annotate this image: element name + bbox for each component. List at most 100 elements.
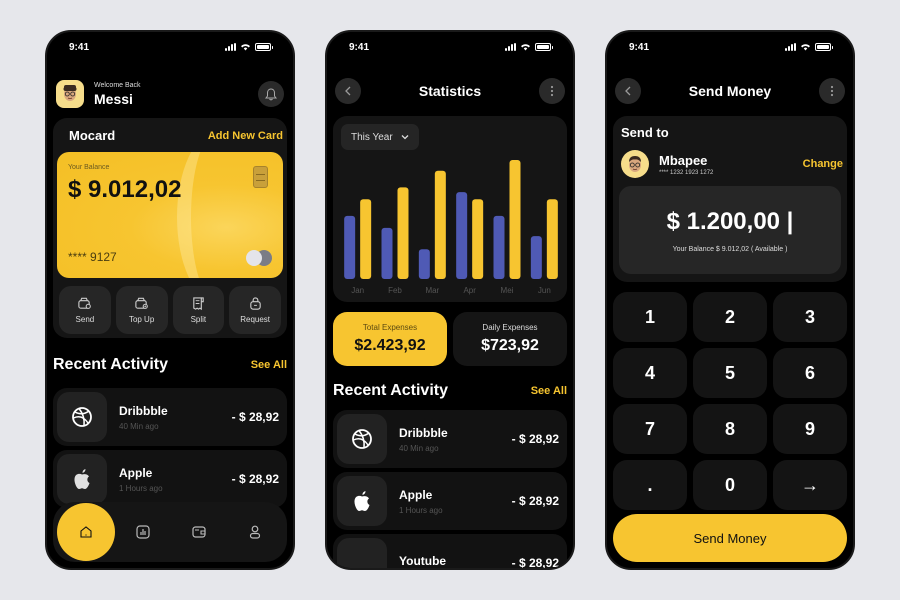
bell-icon [265, 87, 277, 100]
card-panel: Mocard Add New Card Your Balance $ 9.012… [53, 118, 287, 338]
bar-apr-series-1[interactable] [456, 192, 468, 279]
send-action-button[interactable]: Send [59, 286, 111, 334]
change-recipient-link[interactable]: Change [803, 158, 843, 170]
statistics-screen: 9:41 Statistics Jan Feb Mar Apr Mei Jun This … [325, 30, 575, 570]
total-expenses-card[interactable]: Total Expenses $2.423,92 [333, 312, 447, 366]
activity-time: 1 Hours ago [399, 505, 443, 515]
bar-mar-series-2[interactable] [434, 170, 446, 279]
amount-input[interactable]: $ 1.200,00 | Your Balance $ 9.012,02 ( A… [619, 186, 841, 274]
key-4[interactable]: 4 [613, 348, 687, 398]
card-chip-icon [253, 166, 268, 188]
recent-activity-title: Recent Activity [53, 356, 168, 373]
recipient: Mbapee **** 1232 1923 1272 Change [621, 150, 843, 178]
key-decimal[interactable]: . [613, 460, 687, 510]
nav-wallet[interactable] [171, 506, 227, 558]
daily-expenses-card[interactable]: Daily Expenses $723,92 [453, 312, 567, 366]
dribbble-icon [72, 407, 92, 427]
bar-feb-series-1[interactable] [381, 227, 393, 279]
notification-button[interactable] [258, 81, 284, 107]
activity-item[interactable]: Apple 1 Hours ago - $ 28,92 [333, 472, 567, 530]
key-7[interactable]: 7 [613, 404, 687, 454]
bar-mar-series-1[interactable] [418, 249, 430, 279]
keypad: 1 2 3 4 5 6 7 8 9 . 0 → [613, 292, 847, 510]
bar-mei-series-1[interactable] [493, 215, 505, 279]
activity-time: 40 Min ago [399, 443, 439, 453]
welcome-text: Welcome Back [94, 81, 141, 89]
bar-jun-series-1[interactable] [530, 236, 542, 279]
key-enter-arrow-icon[interactable]: → [773, 460, 847, 510]
bottom-nav [53, 502, 287, 562]
recipient-account: **** 1232 1923 1272 [659, 169, 714, 176]
bar-apr-series-2[interactable] [472, 199, 484, 279]
key-1[interactable]: 1 [613, 292, 687, 342]
send-money-button[interactable]: Send Money [613, 514, 847, 562]
see-all-link[interactable]: See All [531, 385, 567, 397]
back-button[interactable] [335, 78, 361, 104]
recent-activity-title: Recent Activity [333, 382, 448, 399]
card-brand-icon [246, 250, 272, 266]
card-number: **** 9127 [68, 250, 117, 264]
bank-card[interactable]: Your Balance $ 9.012,02 **** 9127 [57, 152, 283, 278]
wallet-send-icon [78, 297, 92, 309]
more-button[interactable] [539, 78, 565, 104]
activity-item[interactable]: Apple 1 Hours ago - $ 28,92 [53, 450, 287, 508]
key-6[interactable]: 6 [773, 348, 847, 398]
recent-activity-header: Recent Activity See All [53, 356, 287, 374]
activity-item[interactable]: Dribbble 40 Min ago - $ 28,92 [333, 410, 567, 468]
bar-jun-series-2[interactable] [546, 199, 558, 279]
request-action-button[interactable]: Request [229, 286, 281, 334]
chart-icon [136, 525, 150, 539]
period-dropdown[interactable]: This Year [341, 124, 419, 150]
chevron-down-icon [401, 135, 409, 140]
activity-name: Apple [399, 487, 433, 502]
status-time: 9:41 [349, 41, 370, 53]
battery-icon [535, 43, 553, 51]
x-tick-label: Apr [463, 286, 476, 295]
recipient-name: Mbapee [659, 152, 708, 168]
wallet-icon [192, 526, 206, 538]
bar-jan-series-2[interactable] [360, 199, 372, 279]
chart-panel: Jan Feb Mar Apr Mei Jun This Year [333, 116, 567, 302]
x-tick-label: Jun [538, 286, 551, 295]
nav-statistics[interactable] [115, 506, 171, 558]
key-8[interactable]: 8 [693, 404, 767, 454]
signal-icon [785, 43, 796, 51]
key-2[interactable]: 2 [693, 292, 767, 342]
activity-amount: - $ 28,92 [511, 432, 559, 446]
user-avatar[interactable] [56, 80, 84, 108]
activity-time: 40 Min ago [119, 421, 159, 431]
send-panel: Send to Mbapee **** 1232 1923 1272 Chang… [613, 116, 847, 282]
split-action-button[interactable]: Split [172, 286, 225, 334]
nav-profile[interactable] [227, 506, 283, 558]
status-bar: 9:41 [69, 40, 273, 54]
top-up-action-button[interactable]: Top Up [115, 286, 168, 334]
activity-name: Youtube [399, 554, 447, 568]
bar-jan-series-1[interactable] [344, 215, 356, 279]
key-5[interactable]: 5 [693, 348, 767, 398]
top-up-action-label: Top Up [128, 315, 155, 324]
user-icon [249, 525, 261, 539]
more-vertical-icon [550, 85, 554, 97]
status-time: 9:41 [629, 41, 650, 53]
activity-amount: - $ 28,92 [231, 410, 279, 424]
page-title: Statistics [418, 83, 482, 99]
key-0[interactable]: 0 [693, 460, 767, 510]
card-section-title: Mocard [69, 128, 116, 143]
key-9[interactable]: 9 [773, 404, 847, 454]
apple-icon [74, 469, 90, 489]
key-3[interactable]: 3 [773, 292, 847, 342]
back-button[interactable] [615, 78, 641, 104]
chevron-left-icon [625, 86, 631, 96]
bar-mei-series-2[interactable] [509, 160, 521, 279]
add-new-card-link[interactable]: Add New Card [208, 130, 283, 142]
more-button[interactable] [819, 78, 845, 104]
activity-item[interactable]: Dribbble 40 Min ago - $ 28,92 [53, 388, 287, 446]
x-tick-label: Jan [351, 286, 364, 295]
activity-item[interactable]: Youtube - $ 28,92 [333, 534, 567, 568]
see-all-link[interactable]: See All [251, 359, 287, 371]
x-tick-label: Mei [501, 286, 514, 295]
recipient-avatar [621, 150, 649, 178]
nav-home[interactable] [57, 503, 115, 561]
bar-feb-series-2[interactable] [397, 187, 409, 279]
split-action-label: Split [190, 315, 207, 324]
